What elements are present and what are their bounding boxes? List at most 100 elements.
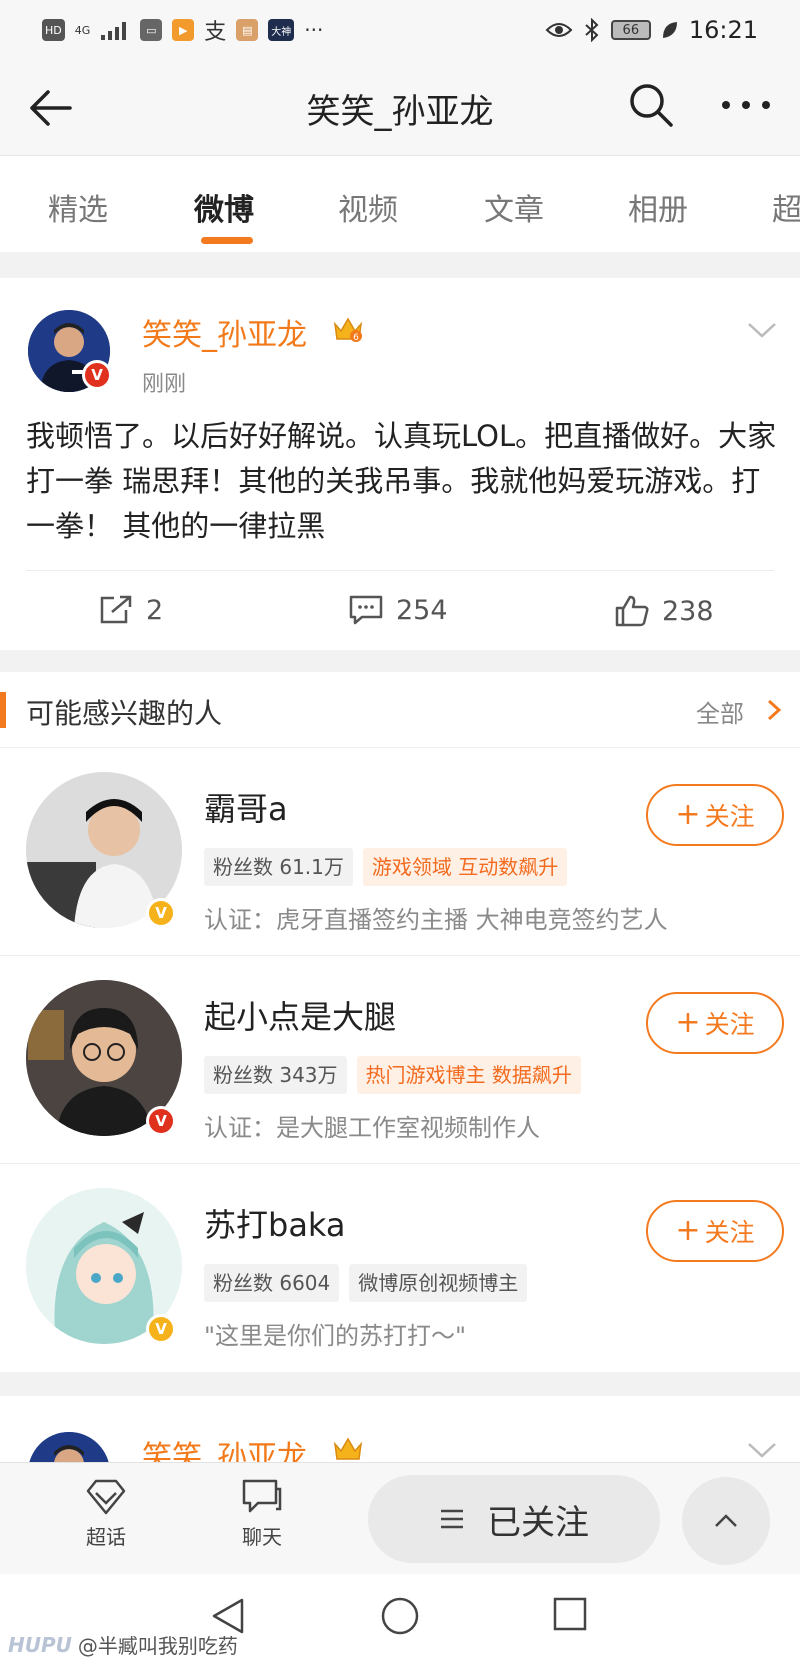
user-tags: 粉丝数 343万 热门游戏博主 数据飙升 xyxy=(204,1056,581,1094)
author-name[interactable]: 笑笑_孙亚龙 xyxy=(142,1432,307,1466)
follow-button[interactable]: + 关注 xyxy=(646,992,784,1054)
watermark: HUPU @半臧叫我别吃药 xyxy=(8,1630,238,1659)
scroll-to-top-button[interactable] xyxy=(682,1477,770,1565)
fans-count-tag: 粉丝数 343万 xyxy=(204,1056,347,1094)
recommend-item[interactable]: V 霸哥a 粉丝数 61.1万 游戏领域 互动数飙升 认证：虎牙直播签约主播 大… xyxy=(0,748,800,956)
video-app-icon: ▶ xyxy=(172,19,195,41)
supertopic-button[interactable]: 超话 xyxy=(56,1477,156,1550)
post-text: 我顿悟了。以后好好解说。认真玩LOL。把直播做好。大家打一拳 瑞思拜！其他的关我… xyxy=(26,419,777,543)
plus-icon: + xyxy=(675,1213,701,1248)
user-name[interactable]: 霸哥a xyxy=(204,784,288,830)
trend-tag: 热门游戏博主 数据飙升 xyxy=(356,1056,581,1094)
bottom-action-bar: 超话 聊天 已关注 xyxy=(0,1462,800,1574)
repost-icon xyxy=(100,595,132,624)
tab-supertopic[interactable]: 超 xyxy=(772,185,800,229)
comment-icon xyxy=(349,595,383,625)
status-bar: HD 4G ▭ ▶ 支 ▤ 大神 ··· 66 16:21 xyxy=(0,0,800,60)
menu-icon xyxy=(441,1509,463,1529)
bluetooth-icon xyxy=(585,18,599,42)
thumbs-up-icon xyxy=(615,595,649,627)
tab-featured[interactable]: 精选 xyxy=(48,185,108,229)
repost-button[interactable]: 2 xyxy=(98,594,163,626)
watermark-brand: HUPU xyxy=(8,1632,72,1657)
verified-badge-icon: V xyxy=(82,360,112,390)
user-name[interactable]: 苏打baka xyxy=(204,1200,346,1246)
user-tags: 粉丝数 6604 微博原创视频博主 xyxy=(204,1264,528,1302)
profile-tabs: 精选 微博 视频 文章 相册 超 xyxy=(0,157,800,252)
tab-album[interactable]: 相册 xyxy=(628,185,688,229)
comment-button[interactable]: 254 xyxy=(348,594,448,626)
followed-button[interactable]: 已关注 xyxy=(368,1475,660,1563)
next-post-preview[interactable]: 笑笑_孙亚龙 xyxy=(0,1396,800,1466)
section-gap xyxy=(0,650,800,672)
chevron-down-icon[interactable] xyxy=(746,320,778,340)
nav-home-icon[interactable] xyxy=(380,1596,420,1636)
chat-button[interactable]: 聊天 xyxy=(212,1477,312,1550)
verified-badge-icon: V xyxy=(146,1314,176,1344)
tab-video[interactable]: 视频 xyxy=(338,185,398,229)
recommend-item[interactable]: V 起小点是大腿 粉丝数 343万 热门游戏博主 数据飙升 认证：是大腿工作室视… xyxy=(0,956,800,1164)
section-gap xyxy=(0,1372,800,1396)
network-indicator: 4G xyxy=(74,23,91,37)
category-tag: 微博原创视频博主 xyxy=(349,1264,528,1302)
tab-articles[interactable]: 文章 xyxy=(484,185,544,229)
weibo-post[interactable]: V 笑笑_孙亚龙 6 刚刚 我顿悟了。以后好好解说。认真玩LOL。把直播做好。大… xyxy=(0,278,800,650)
eye-icon xyxy=(545,23,573,37)
search-icon[interactable] xyxy=(626,80,676,130)
fans-count-tag: 粉丝数 61.1万 xyxy=(204,848,353,886)
comment-count: 254 xyxy=(396,594,448,626)
follow-button[interactable]: + 关注 xyxy=(646,1200,784,1262)
watermark-user: @半臧叫我别吃药 xyxy=(77,1634,238,1658)
user-description: "这里是你们的苏打打～" xyxy=(204,1322,467,1350)
signal-icon xyxy=(101,22,127,40)
alipay-icon: 支 xyxy=(204,20,227,45)
plus-icon: + xyxy=(675,1005,701,1040)
user-description: 认证：虎牙直播签约主播 大神电竞签约艺人 xyxy=(204,906,668,934)
user-name[interactable]: 起小点是大腿 xyxy=(204,992,396,1038)
more-notifications-icon: ··· xyxy=(304,18,324,42)
tab-weibo[interactable]: 微博 xyxy=(194,185,254,229)
trend-tag: 游戏领域 互动数飙升 xyxy=(362,848,568,886)
chat-icon xyxy=(242,1479,282,1513)
leaf-icon xyxy=(662,22,677,38)
battery-indicator: 66 xyxy=(610,20,651,40)
post-time: 刚刚 xyxy=(142,372,187,397)
filter-strip xyxy=(0,252,800,278)
repost-count: 2 xyxy=(146,594,164,626)
clock: 16:21 xyxy=(688,16,758,44)
user-tags: 粉丝数 61.1万 游戏领域 互动数飙升 xyxy=(204,848,568,886)
verified-badge-icon: V xyxy=(146,1106,176,1136)
section-accent-bar xyxy=(0,692,6,728)
plus-icon: + xyxy=(675,797,701,832)
huawei-app-icon: ▭ xyxy=(140,19,163,41)
svg-text:6: 6 xyxy=(353,333,359,343)
view-all-link[interactable]: 全部 xyxy=(696,694,744,729)
diamond-icon xyxy=(86,1479,126,1515)
like-button[interactable]: 238 xyxy=(614,594,714,628)
follow-button[interactable]: + 关注 xyxy=(646,784,784,846)
page-title: 笑笑_孙亚龙 xyxy=(306,92,494,132)
book-app-icon: ▤ xyxy=(236,19,259,41)
more-options-icon[interactable] xyxy=(718,90,774,120)
nav-recents-icon[interactable] xyxy=(552,1596,588,1632)
dashen-app-icon: 大神 xyxy=(268,19,295,41)
verified-badge-icon: V xyxy=(146,898,176,928)
recommend-item[interactable]: V 苏打baka 粉丝数 6604 微博原创视频博主 "这里是你们的苏打打～" … xyxy=(0,1164,800,1372)
recommend-header: 可能感兴趣的人 全部 xyxy=(0,672,800,748)
avatar-portrait xyxy=(28,1432,110,1466)
author-avatar[interactable] xyxy=(28,1432,110,1466)
chevron-right-icon[interactable] xyxy=(766,698,782,722)
chevron-up-icon xyxy=(715,1514,737,1527)
author-name[interactable]: 笑笑_孙亚龙 xyxy=(142,310,307,354)
hd-indicator: HD xyxy=(42,19,65,41)
app-root: HD 4G ▭ ▶ 支 ▤ 大神 ··· 66 16:21 笑笑_孙亚龙 精选 … xyxy=(0,0,800,1662)
active-tab-indicator xyxy=(201,237,253,244)
vip-crown-icon xyxy=(333,1437,363,1460)
like-count: 238 xyxy=(662,595,714,627)
user-description: 认证：是大腿工作室视频制作人 xyxy=(204,1114,540,1142)
top-header: 笑笑_孙亚龙 xyxy=(0,60,800,156)
recommend-title: 可能感兴趣的人 xyxy=(26,697,223,730)
vip-crown-icon: 6 xyxy=(333,317,363,343)
post-divider xyxy=(26,570,774,571)
chevron-down-icon[interactable] xyxy=(746,1440,778,1460)
